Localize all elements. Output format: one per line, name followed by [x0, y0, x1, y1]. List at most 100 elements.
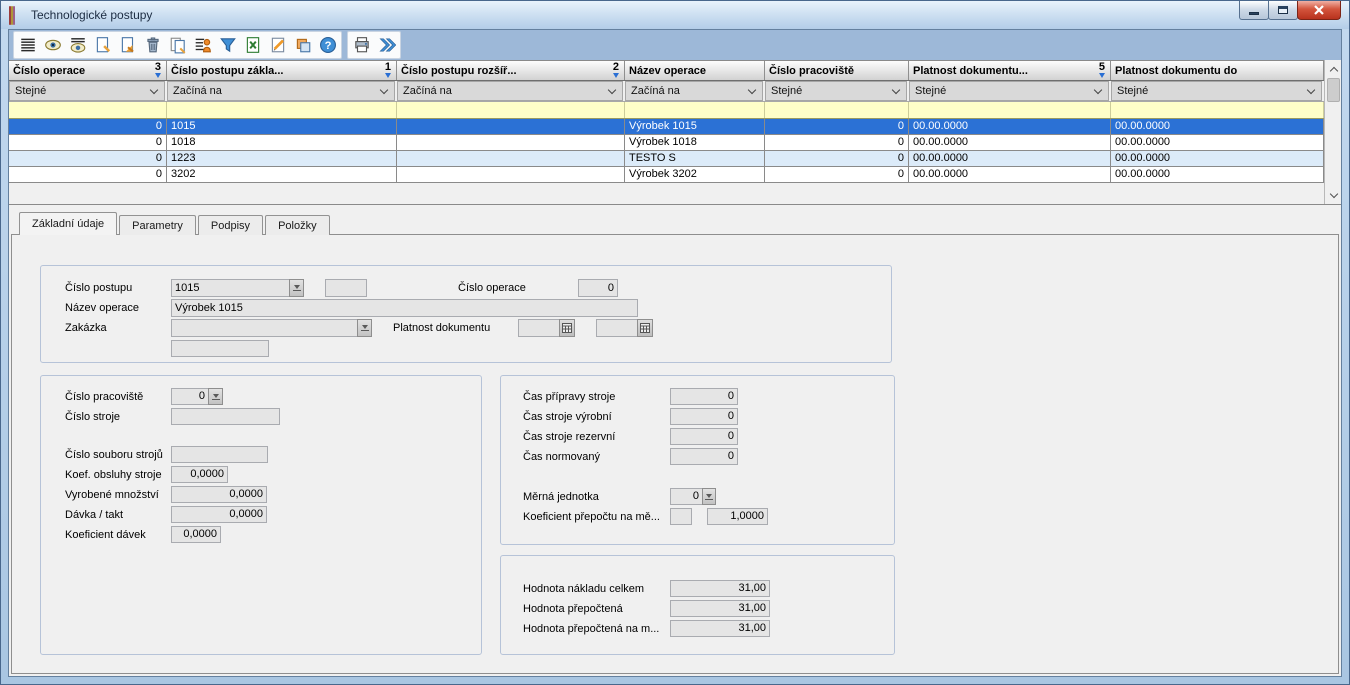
- duplicate-button[interactable]: [290, 33, 315, 58]
- koeficient-prepoctu-field-1[interactable]: [670, 508, 692, 525]
- group-values: Hodnota nákladu celkem 31,00 Hodnota pře…: [500, 555, 895, 655]
- help-button[interactable]: ?: [315, 33, 340, 58]
- vyrobene-mnozstvi-field[interactable]: 0,0000: [171, 486, 267, 503]
- filter-select-platnost-dokumentu-od[interactable]: Stejné: [909, 81, 1111, 101]
- column-label: Číslo postupu zákla...: [171, 65, 283, 77]
- hodnota-prepoctena-field[interactable]: 31,00: [670, 600, 770, 617]
- cislo-souboru-stroju-field[interactable]: [171, 446, 268, 463]
- sort-indicator: 5: [1099, 62, 1105, 78]
- cas-pripravy-stroje-field[interactable]: 0: [670, 388, 738, 405]
- column-header-cislo-postupu-zakladni[interactable]: Číslo postupu zákla...1: [167, 61, 397, 80]
- tab-parametry[interactable]: Parametry: [119, 215, 196, 235]
- filter-select-cislo-pracoviste[interactable]: Stejné: [765, 81, 909, 101]
- cislo-postupu-ext-field[interactable]: [325, 279, 367, 297]
- cislo-operace-field[interactable]: 0: [578, 279, 618, 297]
- zakazka-lookup-button[interactable]: [357, 319, 372, 337]
- filter-select-cislo-operace[interactable]: Stejné: [9, 81, 167, 101]
- scroll-thumb[interactable]: [1327, 78, 1340, 102]
- cislo-postupu-field[interactable]: 1015: [171, 279, 290, 297]
- filter-input-cislo-postupu-zakladni[interactable]: [167, 102, 397, 118]
- scroll-down-button[interactable]: [1325, 187, 1342, 204]
- cas-normovany-field[interactable]: 0: [670, 448, 738, 465]
- filter-button[interactable]: [215, 33, 240, 58]
- scroll-up-button[interactable]: [1325, 60, 1342, 77]
- view-button[interactable]: [40, 33, 65, 58]
- cas-stroje-vyrobni-field[interactable]: 0: [670, 408, 738, 425]
- tab-polozky[interactable]: Položky: [265, 215, 330, 235]
- grid-row-2[interactable]: 0 1223 TESTO S 0 00.00.0000 00.00.0000: [9, 151, 1324, 167]
- list-button[interactable]: [15, 33, 40, 58]
- funnel-icon: [219, 36, 237, 54]
- grid-cell: [397, 135, 625, 150]
- filter-select-cislo-postupu-zakladni[interactable]: Začíná na: [167, 81, 397, 101]
- delete-record-button[interactable]: [140, 33, 165, 58]
- arrow-down-icon: [362, 325, 368, 329]
- grid-row-3[interactable]: 0 3202 Výrobek 3202 0 00.00.0000 00.00.0…: [9, 167, 1324, 183]
- trash-icon: [144, 36, 162, 54]
- tab-podpisy[interactable]: Podpisy: [198, 215, 263, 235]
- cislo-operace-label: Číslo operace: [458, 282, 526, 294]
- filter-input-cislo-operace[interactable]: [9, 102, 167, 118]
- minimize-button[interactable]: [1239, 1, 1269, 20]
- column-header-cislo-postupu-rozsireny[interactable]: Číslo postupu rozšíř...2: [397, 61, 625, 80]
- filter-input-cislo-pracoviste[interactable]: [765, 102, 909, 118]
- column-header-cislo-pracoviste[interactable]: Číslo pracoviště: [765, 61, 909, 80]
- grid-cell: 0: [765, 167, 909, 182]
- toolbar-main-group: ?: [13, 31, 342, 59]
- cislo-pracoviste-lookup-button[interactable]: [208, 388, 223, 405]
- close-button[interactable]: [1297, 1, 1341, 20]
- group-times: Čas přípravy stroje 0 Čas stroje výrobní…: [500, 375, 895, 545]
- filter-select-nazev-operace[interactable]: Začíná na: [625, 81, 765, 101]
- grid-cell: 00.00.0000: [909, 167, 1111, 182]
- filter-select-platnost-dokumentu-do[interactable]: Stejné: [1111, 81, 1324, 101]
- platnost-od-calendar-button[interactable]: [559, 319, 575, 337]
- koeficient-prepoctu-field-2[interactable]: 1,0000: [707, 508, 768, 525]
- platnost-do-field[interactable]: [596, 319, 638, 337]
- print-button[interactable]: [349, 33, 374, 58]
- column-header-cislo-operace[interactable]: Číslo operace3: [9, 61, 167, 80]
- filter-input-row: [9, 102, 1324, 119]
- question-icon: ?: [319, 36, 337, 54]
- zakazka-line2-field[interactable]: [171, 340, 269, 357]
- cislo-stroje-field[interactable]: [171, 408, 280, 425]
- batch-edit-button[interactable]: [190, 33, 215, 58]
- view-columns-button[interactable]: [65, 33, 90, 58]
- davka-takt-field[interactable]: 0,0000: [171, 506, 267, 523]
- notes-button[interactable]: [265, 33, 290, 58]
- cislo-pracoviste-field[interactable]: 0: [171, 388, 209, 405]
- filter-input-cislo-postupu-rozsireny[interactable]: [397, 102, 625, 118]
- zakazka-field[interactable]: [171, 319, 358, 337]
- column-header-platnost-dokumentu-do[interactable]: Platnost dokumentu do: [1111, 61, 1324, 80]
- grid-cell: 00.00.0000: [1111, 119, 1324, 134]
- export-excel-button[interactable]: [240, 33, 265, 58]
- platnost-od-field[interactable]: [518, 319, 560, 337]
- column-header-nazev-operace[interactable]: Název operace: [625, 61, 765, 80]
- filter-select-cislo-postupu-rozsireny[interactable]: Začíná na: [397, 81, 625, 101]
- edit-record-button[interactable]: [115, 33, 140, 58]
- continue-button[interactable]: [374, 33, 399, 58]
- scroll-track[interactable]: [1325, 103, 1342, 187]
- cislo-pracoviste-label: Číslo pracoviště: [65, 391, 143, 403]
- filter-input-platnost-dokumentu-do[interactable]: [1111, 102, 1324, 118]
- copy-record-button[interactable]: [165, 33, 190, 58]
- nazev-operace-field[interactable]: Výrobek 1015: [171, 299, 638, 317]
- cislo-postupu-lookup-button[interactable]: [289, 279, 304, 297]
- platnost-do-calendar-button[interactable]: [637, 319, 653, 337]
- hodnota-prepoctena-na-mj-field[interactable]: 31,00: [670, 620, 770, 637]
- tab-zakladni-udaje[interactable]: Základní údaje: [19, 212, 117, 235]
- koeficient-davek-field[interactable]: 0,0000: [171, 526, 221, 543]
- grid-row-0[interactable]: 0 1015 Výrobek 1015 0 00.00.0000 00.00.0…: [9, 119, 1324, 135]
- titlebar: Technologické postupy: [1, 1, 1349, 29]
- maximize-button[interactable]: [1268, 1, 1298, 20]
- koef-obsluhy-stroje-field[interactable]: 0,0000: [171, 466, 228, 483]
- merna-jednotka-field[interactable]: 0: [670, 488, 703, 505]
- filter-input-platnost-dokumentu-od[interactable]: [909, 102, 1111, 118]
- grid-row-1[interactable]: 0 1018 Výrobek 1018 0 00.00.0000 00.00.0…: [9, 135, 1324, 151]
- column-header-platnost-dokumentu-od[interactable]: Platnost dokumentu...5: [909, 61, 1111, 80]
- cas-stroje-rezervni-field[interactable]: 0: [670, 428, 738, 445]
- hodnota-nakladu-celkem-field[interactable]: 31,00: [670, 580, 770, 597]
- filter-input-nazev-operace[interactable]: [625, 102, 765, 118]
- nazev-operace-label: Název operace: [65, 302, 139, 314]
- merna-jednotka-lookup-button[interactable]: [702, 488, 716, 505]
- new-record-button[interactable]: [90, 33, 115, 58]
